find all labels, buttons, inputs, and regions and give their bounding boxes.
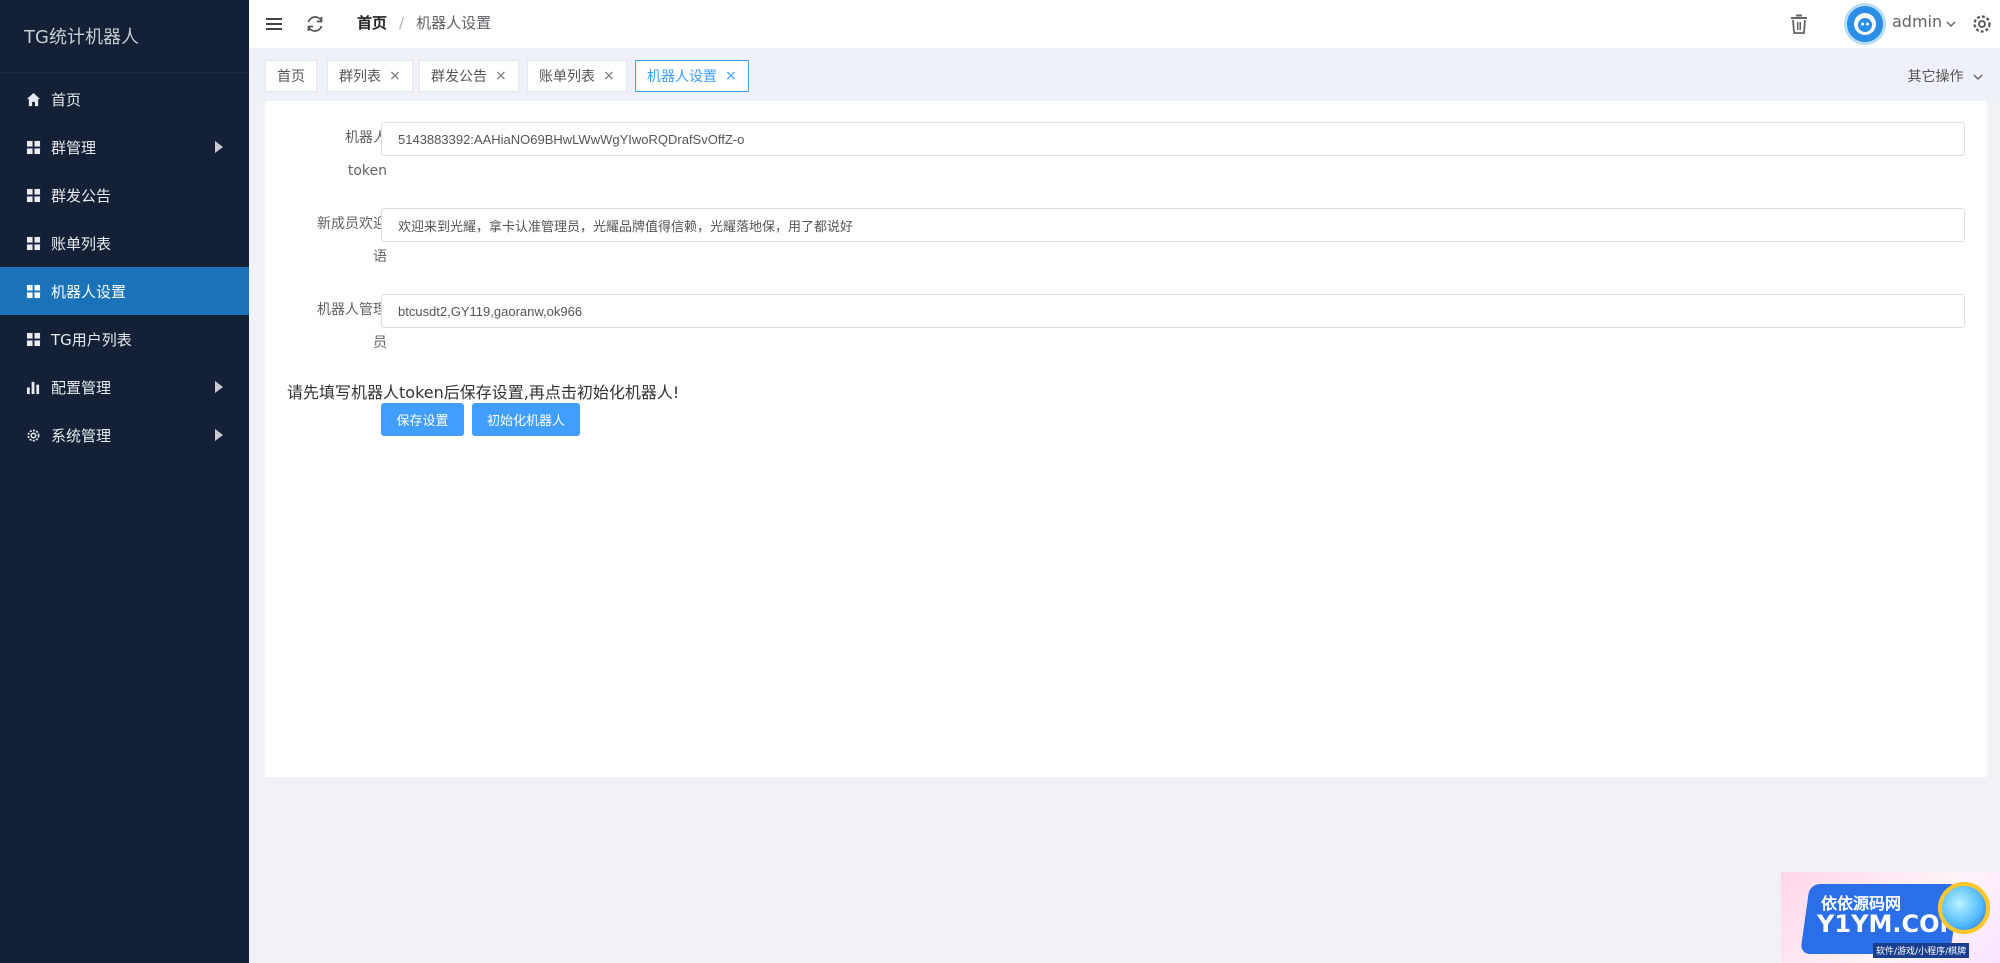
- tag-group-list[interactable]: 群列表 ×: [327, 60, 413, 92]
- breadcrumb-home[interactable]: 首页: [357, 12, 387, 33]
- watermark-logo: 依依源码网 Y1YM.COM 软件/游戏/小程序/棋牌: [1781, 872, 2000, 963]
- admins-label: 机器人管理 员: [285, 294, 387, 360]
- welcome-label: 新成员欢迎 语: [285, 208, 387, 274]
- sidebar-item-group-manage[interactable]: 群管理: [0, 123, 249, 171]
- trash-icon[interactable]: [1787, 12, 1811, 36]
- sidebar-item-label: TG用户列表: [51, 330, 132, 349]
- close-icon[interactable]: ×: [603, 68, 615, 84]
- close-icon[interactable]: ×: [389, 68, 401, 84]
- sidebar-item-bot-settings[interactable]: 机器人设置: [0, 267, 249, 315]
- label-line: 新成员欢迎: [317, 216, 387, 232]
- sidebar-item-home[interactable]: 首页: [0, 75, 249, 123]
- brand-title: TG统计机器人: [0, 0, 249, 73]
- grid-icon: [26, 332, 41, 346]
- watermark-line3: 软件/游戏/小程序/棋牌: [1873, 943, 1970, 958]
- label-line: 员: [373, 335, 387, 351]
- close-icon[interactable]: ×: [725, 68, 737, 84]
- token-label: 机器人 token: [285, 122, 387, 188]
- grid-icon: [26, 188, 41, 202]
- init-bot-button[interactable]: 初始化机器人: [472, 403, 580, 436]
- bot-face-icon: [1854, 13, 1876, 35]
- sidebar-item-label: 机器人设置: [51, 282, 127, 301]
- chevron-down-icon[interactable]: [1945, 18, 1957, 30]
- bot-admins-input[interactable]: btcusdt2,GY119,gaoranw,ok966: [381, 294, 1965, 328]
- sidebar-item-label: 首页: [51, 90, 82, 109]
- tag-label: 群发公告: [431, 69, 487, 85]
- tags-view: 首页 群列表 × 群发公告 × 账单列表 × 机器人设置 × 其它操作: [249, 48, 2000, 100]
- tag-label: 账单列表: [539, 69, 595, 85]
- home-icon: [26, 92, 41, 106]
- hamburger-icon[interactable]: [263, 12, 287, 36]
- gear-icon[interactable]: [1970, 12, 1994, 36]
- tag-home[interactable]: 首页: [265, 60, 317, 92]
- tag-bills[interactable]: 账单列表 ×: [527, 60, 627, 92]
- label-line: 语: [373, 249, 387, 265]
- grid-icon: [26, 284, 41, 298]
- sidebar-item-label: 账单列表: [51, 234, 112, 253]
- grid-icon: [26, 236, 41, 250]
- breadcrumb-separator: /: [399, 13, 405, 32]
- setup-notice: 请先填写机器人token后保存设置,再点击初始化机器人!: [287, 383, 680, 402]
- top-header: 首页 / 机器人设置 admin: [249, 0, 2000, 48]
- other-operations-label: 其它操作: [1907, 69, 1964, 85]
- sidebar: TG统计机器人 首页 群管理 群发公告 账单列表 机器人设置 TG用户列表 配置…: [0, 0, 249, 963]
- bar-chart-icon: [26, 381, 40, 394]
- close-icon[interactable]: ×: [495, 68, 507, 84]
- username[interactable]: admin: [1892, 12, 1942, 31]
- other-operations-dropdown[interactable]: 其它操作: [1908, 66, 1984, 86]
- sidebar-item-tg-users[interactable]: TG用户列表: [0, 315, 249, 363]
- caret-right-icon: [215, 141, 223, 153]
- caret-right-icon: [215, 429, 223, 441]
- sidebar-item-config[interactable]: 配置管理: [0, 363, 249, 411]
- sidebar-item-bills[interactable]: 账单列表: [0, 219, 249, 267]
- tag-label: 首页: [277, 69, 305, 85]
- chevron-down-icon: [1973, 74, 1983, 81]
- tag-label: 群列表: [339, 69, 381, 85]
- breadcrumb-current: 机器人设置: [416, 14, 492, 32]
- save-settings-button[interactable]: 保存设置: [381, 403, 464, 436]
- sidebar-item-label: 群管理: [51, 138, 97, 157]
- sidebar-item-broadcast[interactable]: 群发公告: [0, 171, 249, 219]
- tag-broadcast[interactable]: 群发公告 ×: [419, 60, 519, 92]
- sidebar-item-system[interactable]: 系统管理: [0, 411, 249, 459]
- sidebar-item-label: 配置管理: [51, 378, 112, 397]
- refresh-icon[interactable]: [303, 12, 327, 36]
- label-line: 机器人管理: [317, 302, 387, 318]
- breadcrumb: 首页 / 机器人设置: [357, 12, 491, 33]
- grid-icon: [26, 140, 41, 154]
- label-line: token: [347, 163, 387, 179]
- avatar[interactable]: [1844, 3, 1886, 45]
- magnifier-icon: [1938, 882, 1990, 934]
- tag-bot-settings[interactable]: 机器人设置 ×: [635, 60, 749, 92]
- tag-label: 机器人设置: [647, 69, 717, 85]
- token-input[interactable]: 5143883392:AAHiaNO69BHwLWwWgYIwoRQDrafSv…: [381, 122, 1965, 156]
- settings-card: 机器人 token 5143883392:AAHiaNO69BHwLWwWgYI…: [265, 101, 1987, 777]
- sidebar-item-label: 群发公告: [51, 186, 112, 205]
- welcome-message-input[interactable]: 欢迎来到光耀，拿卡认准管理员，光耀品牌值得信赖，光耀落地保，用了都说好: [381, 208, 1965, 242]
- label-line: 机器人: [345, 130, 387, 146]
- caret-right-icon: [215, 381, 223, 393]
- sidebar-item-label: 系统管理: [51, 426, 112, 445]
- gear-icon: [27, 429, 40, 441]
